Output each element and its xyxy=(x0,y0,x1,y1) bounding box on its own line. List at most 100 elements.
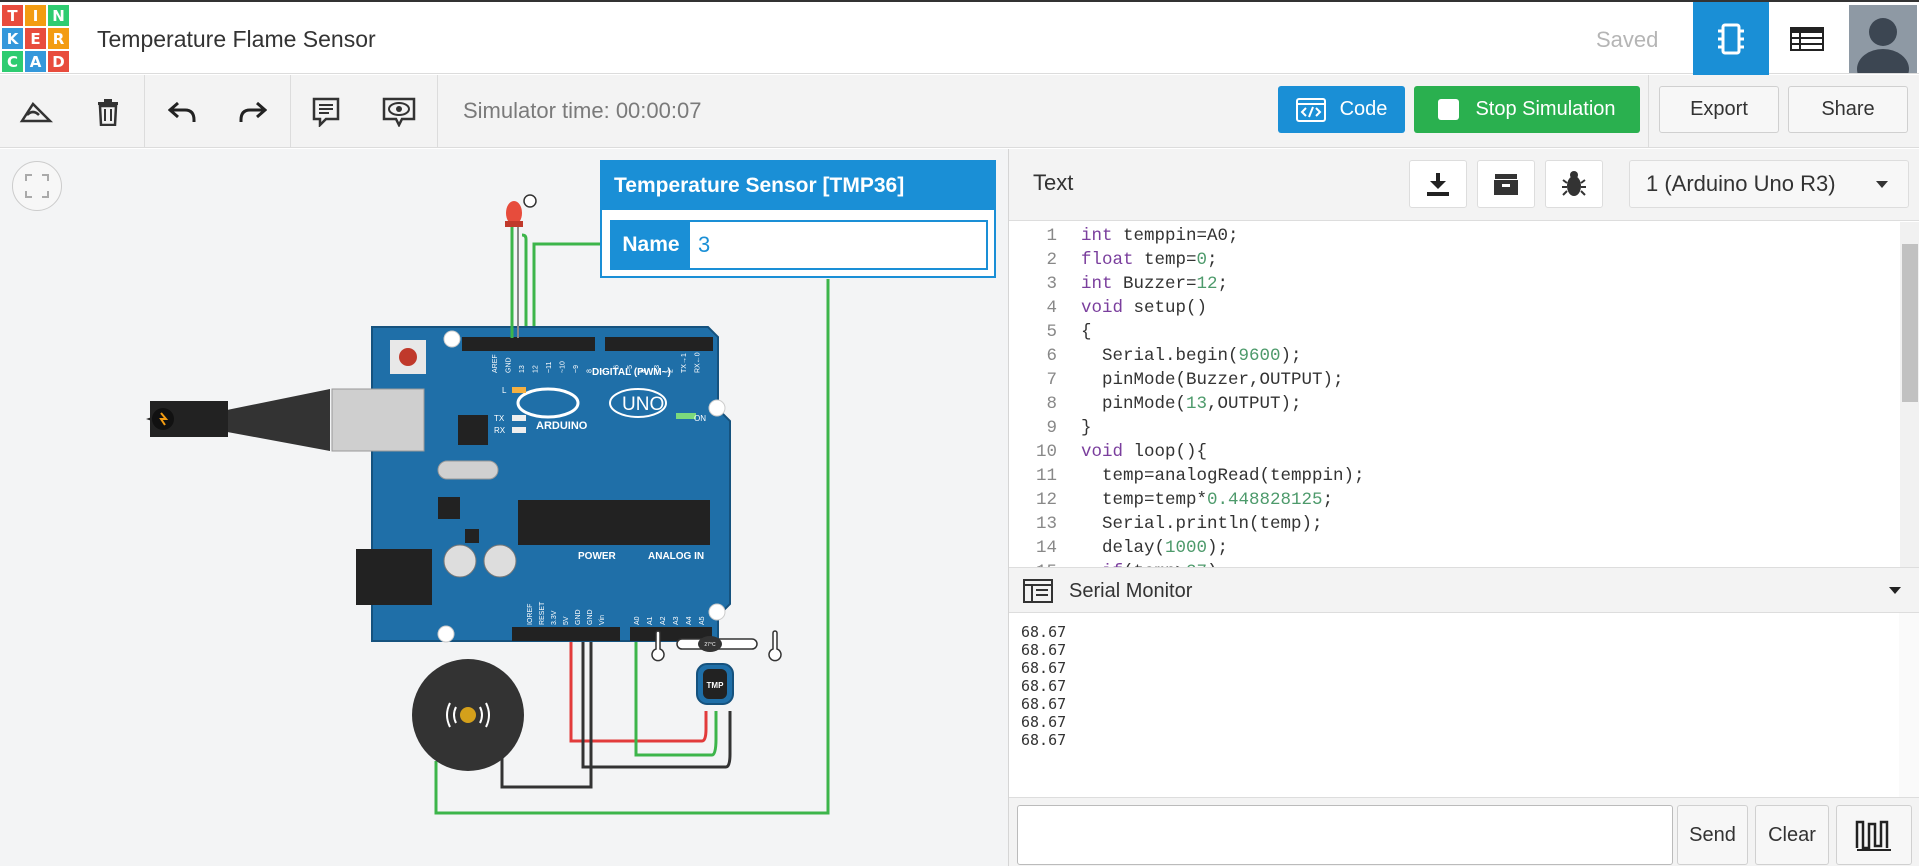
save-status: Saved xyxy=(1596,27,1659,52)
code-line: } xyxy=(1081,418,1092,438)
pin-label: GND xyxy=(575,609,582,625)
code-line: void loop(){ xyxy=(1081,442,1208,462)
stop-simulation-button[interactable]: Stop Simulation xyxy=(1414,86,1640,133)
code-line: int temppin=A0; xyxy=(1081,226,1239,246)
device-select[interactable]: 1 (Arduino Uno R3) xyxy=(1629,160,1909,208)
clear-button[interactable]: Clear xyxy=(1755,805,1829,865)
top-bar: T I N K E R C A D Temperature Flame Sens… xyxy=(0,0,1919,76)
code-line: delay(1000); xyxy=(1081,538,1229,558)
board-brand-label: ARDUINO xyxy=(536,420,588,432)
pin-label: A2 xyxy=(660,616,667,625)
chevron-down-icon[interactable] xyxy=(1888,586,1902,596)
circuit-view-button[interactable] xyxy=(1693,2,1769,76)
graph-button[interactable] xyxy=(1836,805,1912,865)
pin-label: A5 xyxy=(699,616,706,625)
inspector-title: Temperature Sensor [TMP36] xyxy=(602,162,994,210)
trash-icon xyxy=(98,99,118,126)
chevron-down-icon xyxy=(1876,181,1888,188)
led-l-label: L xyxy=(502,386,507,395)
pin-label: 12 xyxy=(533,365,540,373)
code-line: pinMode(Buzzer,OUTPUT); xyxy=(1081,370,1344,390)
download-code-button[interactable] xyxy=(1409,160,1467,208)
tmp36-label: TMP xyxy=(707,681,725,690)
component-name-input[interactable] xyxy=(690,222,986,268)
toolbar-divider xyxy=(144,75,145,148)
code-line: int Buzzer=12; xyxy=(1081,274,1229,294)
notes-visibility-button[interactable] xyxy=(375,88,423,136)
pin-label: 3.3V xyxy=(551,610,558,625)
editor-scrollbar[interactable] xyxy=(1900,222,1919,567)
toolbar-divider xyxy=(1648,75,1649,148)
code-panel: Text 1 (Arduino Uno R3) 1 2 3 4 5 6 7 8 … xyxy=(1008,149,1919,866)
component-list-button[interactable] xyxy=(1769,2,1845,76)
redo-icon xyxy=(239,101,267,122)
code-button[interactable]: Code xyxy=(1278,86,1405,133)
pin-label: ~3 xyxy=(654,365,661,373)
piezo-buzzer[interactable] xyxy=(412,659,524,771)
tinkercad-logo[interactable]: T I N K E R C A D xyxy=(2,5,69,73)
pin-label: ~9 xyxy=(573,365,580,373)
serial-scrollbar[interactable] xyxy=(1899,613,1919,797)
pin-label: 2 xyxy=(668,369,675,373)
line-number: 15 xyxy=(1036,560,1057,567)
user-avatar[interactable] xyxy=(1849,5,1917,73)
serial-monitor-header[interactable]: Serial Monitor xyxy=(1009,567,1919,613)
code-line: temp=temp*0.448828125; xyxy=(1081,490,1334,510)
table-icon xyxy=(1790,27,1824,51)
code-panel-header: Text 1 (Arduino Uno R3) xyxy=(1009,149,1919,221)
editor-toolbar: Simulator time: 00:00:07 Code Stop Simul… xyxy=(0,75,1919,148)
code-line: temp=analogRead(temppin); xyxy=(1081,466,1365,486)
pin-label: 8 xyxy=(587,369,594,373)
circuit-canvas[interactable]: DIGITAL (PWM~) ARDUINO UNO POWER ANALOG … xyxy=(0,149,1008,866)
bug-icon xyxy=(1562,171,1586,196)
editor-scroll-thumb[interactable] xyxy=(1902,244,1918,402)
user-icon xyxy=(1849,5,1917,73)
pin-label: A3 xyxy=(673,616,680,625)
code-line: void setup() xyxy=(1081,298,1208,318)
line-number: 2 xyxy=(1046,250,1057,270)
pin-label: ~5 xyxy=(627,365,634,373)
graph-icon xyxy=(1855,820,1891,851)
export-button[interactable]: Export xyxy=(1659,86,1779,133)
code-line: pinMode(13,OUTPUT); xyxy=(1081,394,1302,414)
line-number: 11 xyxy=(1035,466,1057,486)
line-number: 9 xyxy=(1046,418,1057,438)
download-icon xyxy=(1427,173,1449,196)
send-button[interactable]: Send xyxy=(1677,805,1748,865)
design-title[interactable]: Temperature Flame Sensor xyxy=(97,26,376,53)
line-number: 14 xyxy=(1035,538,1057,558)
libraries-button[interactable] xyxy=(1477,160,1535,208)
share-button[interactable]: Share xyxy=(1788,86,1908,133)
serial-monitor-title: Serial Monitor xyxy=(1069,580,1193,602)
rotate-button[interactable] xyxy=(12,88,60,136)
line-number: 13 xyxy=(1035,514,1057,534)
stop-icon xyxy=(1438,99,1460,120)
logo-letter: N xyxy=(48,5,69,26)
line-number: 6 xyxy=(1046,346,1057,366)
undo-icon xyxy=(168,101,196,122)
code-icon xyxy=(1295,97,1326,122)
undo-button[interactable] xyxy=(158,88,206,136)
pin-label: IOREF xyxy=(527,604,534,625)
serial-monitor-output: 68.67 68.67 68.67 68.67 68.67 68.67 68.67 xyxy=(1009,613,1919,797)
code-line: { xyxy=(1081,322,1092,342)
delete-button[interactable] xyxy=(84,88,132,136)
code-editor[interactable]: 123456789101112131415 int temppin=A0;flo… xyxy=(1009,222,1919,567)
logo-letter: C xyxy=(2,51,23,72)
pin-label: 13 xyxy=(519,365,526,373)
component-inspector[interactable]: Temperature Sensor [TMP36] Name xyxy=(600,160,996,278)
redo-button[interactable] xyxy=(229,88,277,136)
line-number: 5 xyxy=(1046,322,1057,342)
simulator-time: Simulator time: 00:00:07 xyxy=(463,98,702,123)
notes-button[interactable] xyxy=(302,88,350,136)
serial-output-line: 68.67 xyxy=(1021,731,1067,749)
toolbar-divider xyxy=(437,75,438,148)
red-led[interactable] xyxy=(505,194,537,338)
serial-monitor-footer: Send Clear xyxy=(1009,797,1919,866)
debugger-button[interactable] xyxy=(1545,160,1603,208)
name-field-row: Name xyxy=(610,220,988,270)
code-mode-label[interactable]: Text xyxy=(1033,170,1073,196)
pin-label: GND xyxy=(506,357,513,373)
serial-input[interactable] xyxy=(1017,805,1673,865)
pin-label: A1 xyxy=(647,616,654,625)
